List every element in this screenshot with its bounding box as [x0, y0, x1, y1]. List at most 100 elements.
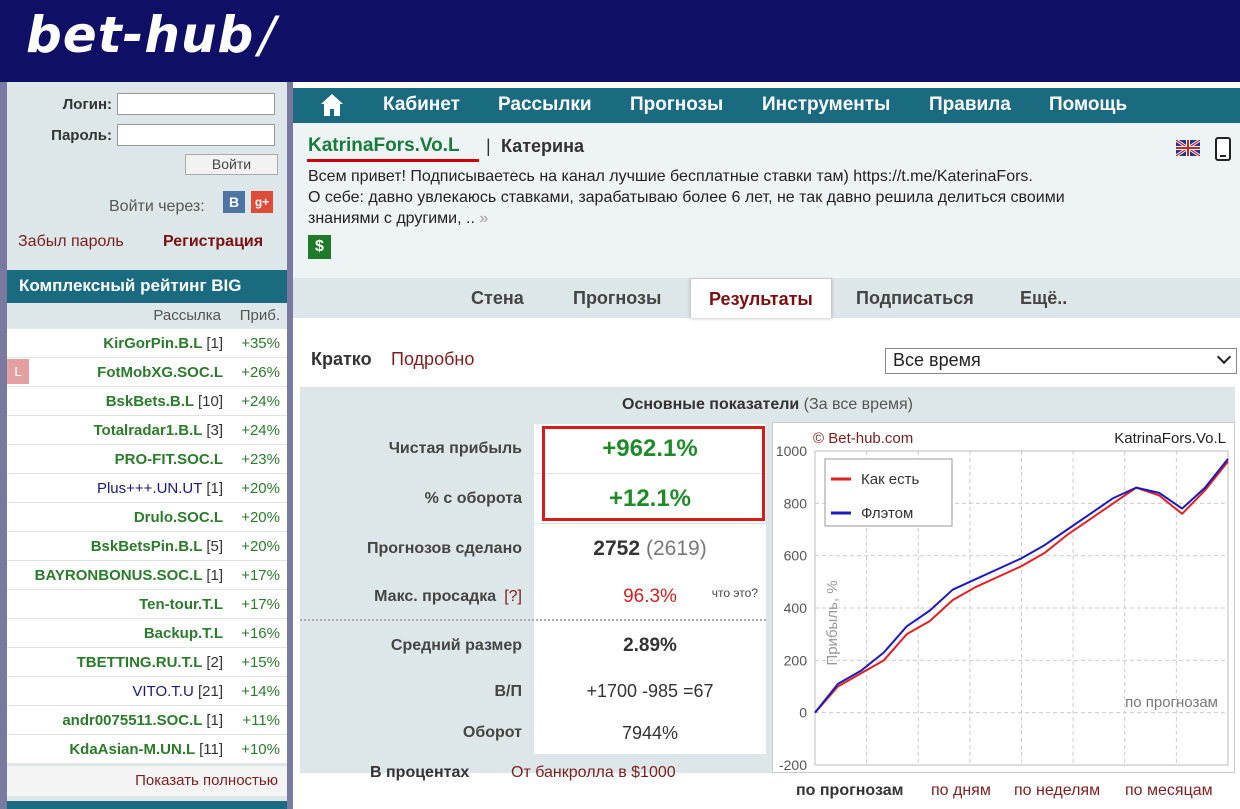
- register-link[interactable]: Регистрация: [163, 233, 263, 251]
- login-button[interactable]: Войти: [185, 154, 278, 175]
- rating-row-name[interactable]: PRO-FIT.SOC.L: [115, 451, 223, 468]
- drawdown-help-link[interactable]: [?]: [504, 588, 522, 606]
- left-bottom-bar: [7, 801, 287, 809]
- stats-header-sub: (За все время): [803, 396, 913, 413]
- mobile-version-icon[interactable]: [1215, 137, 1231, 161]
- chart-by-days[interactable]: по дням: [931, 782, 991, 800]
- bio-line1: Всем привет! Подписываетесь на канал луч…: [308, 168, 1033, 185]
- profile-panel: KatrinaFors.Vo.L | Катерина Всем привет!…: [293, 123, 1240, 278]
- rating-row-name[interactable]: Plus+++.UN.UT [1]: [97, 480, 223, 497]
- rating-row-name-text: KdaAsian-M.UN.L: [69, 741, 195, 758]
- rating-row-name-text: Backup.T.L: [143, 625, 223, 642]
- rating-row[interactable]: Plus+++.UN.UT [1] +20%: [7, 474, 287, 503]
- rating-row-name[interactable]: Backup.T.L: [144, 625, 223, 642]
- rating-row-name[interactable]: Drulo.SOC.L: [134, 509, 223, 526]
- rating-row-name[interactable]: BskBets.B.L [10]: [106, 393, 223, 410]
- uk-flag-icon[interactable]: [1176, 140, 1200, 156]
- rating-row-name[interactable]: BAYRONBONUS.SOC.L [1]: [35, 567, 223, 584]
- rating-row-profit: +26%: [241, 364, 280, 381]
- rating-row-count: [10]: [197, 393, 223, 410]
- period-select[interactable]: Все время: [885, 348, 1237, 374]
- rating-row[interactable]: L FotMobXG.SOC.L +26%: [7, 358, 287, 387]
- rating-row[interactable]: Totalradar1.B.L [3] +24%: [7, 416, 287, 445]
- y-tick-label: 400: [784, 600, 808, 616]
- forgot-password-link[interactable]: Забыл пароль: [18, 233, 124, 251]
- tab-wall[interactable]: Стена: [471, 288, 524, 309]
- tab-more[interactable]: Ещё..: [1020, 288, 1067, 309]
- rating-row-name[interactable]: andr0075511.SOC.L [1]: [62, 712, 223, 729]
- drawdown-hint-link[interactable]: что это?: [712, 586, 758, 600]
- rating-row[interactable]: VITO.T.U [21] +14%: [7, 677, 287, 706]
- left-edge: [0, 82, 7, 809]
- chart-by-weeks[interactable]: по неделям: [1014, 782, 1100, 800]
- rating-row-count: [1]: [206, 335, 223, 352]
- rating-row[interactable]: BskBets.B.L [10] +24%: [7, 387, 287, 416]
- rating-row-name[interactable]: KirGorPin.B.L [1]: [103, 335, 223, 352]
- rating-col-profit: Приб.: [239, 307, 280, 324]
- legend-label: Как есть: [861, 471, 920, 488]
- nav-item-tools[interactable]: Инструменты: [762, 94, 890, 116]
- stat-avg-size: Средний размер 2.89%: [300, 621, 766, 670]
- tab-results[interactable]: Результаты: [690, 278, 832, 318]
- rating-row[interactable]: Backup.T.L +16%: [7, 619, 287, 648]
- nav-item-forecasts[interactable]: Прогнозы: [630, 94, 723, 116]
- profile-username[interactable]: KatrinaFors.Vo.L: [308, 135, 460, 157]
- rating-row-name[interactable]: Ten-tour.T.L: [139, 596, 223, 613]
- rating-row[interactable]: PRO-FIT.SOC.L +23%: [7, 445, 287, 474]
- tab-forecasts[interactable]: Прогнозы: [573, 288, 661, 309]
- rating-row-count: [1]: [206, 480, 223, 497]
- site-header: bet-hub/: [0, 0, 1240, 82]
- show-all-link[interactable]: Показать полностью: [7, 766, 287, 796]
- nav-item-rules[interactable]: Правила: [929, 94, 1011, 116]
- rating-row[interactable]: BskBetsPin.B.L [5] +20%: [7, 532, 287, 561]
- vk-login-icon[interactable]: B: [223, 191, 245, 213]
- view-brief[interactable]: Кратко: [311, 349, 372, 370]
- profile-bio: Всем привет! Подписываетесь на канал луч…: [308, 166, 1138, 229]
- win-loss-label: В/П: [494, 682, 523, 700]
- rating-row-name-text: KirGorPin.B.L: [103, 335, 203, 352]
- rating-row-count: [21]: [197, 683, 223, 700]
- chevron-down-icon: [1216, 349, 1232, 365]
- rating-row[interactable]: andr0075511.SOC.L [1] +11%: [7, 706, 287, 735]
- view-detailed[interactable]: Подробно: [391, 349, 474, 370]
- rating-row-name[interactable]: BskBetsPin.B.L [5]: [91, 538, 223, 555]
- site-logo[interactable]: bet-hub/: [26, 6, 276, 64]
- nav-item-cabinet[interactable]: Кабинет: [383, 94, 460, 116]
- stats-header: Основные показатели (За все время): [300, 387, 1235, 422]
- nav-item-help[interactable]: Помощь: [1049, 94, 1127, 116]
- google-plus-login-icon[interactable]: g+: [251, 191, 273, 213]
- rating-row[interactable]: BAYRONBONUS.SOC.L [1] +17%: [7, 561, 287, 590]
- rating-row-profit: +17%: [241, 567, 280, 584]
- forecasts-count: 2752: [593, 536, 640, 560]
- rating-row-name[interactable]: Totalradar1.B.L [3]: [94, 422, 224, 439]
- turnover-pct-label: % с оборота: [424, 489, 522, 507]
- mode-percent[interactable]: В процентах: [370, 764, 469, 782]
- nav-item-mailings[interactable]: Рассылки: [498, 94, 592, 116]
- home-icon[interactable]: [319, 92, 345, 118]
- rating-row[interactable]: Drulo.SOC.L +20%: [7, 503, 287, 532]
- rating-row[interactable]: TBETTING.RU.T.L [2] +15%: [7, 648, 287, 677]
- rating-row-name[interactable]: FotMobXG.SOC.L: [97, 364, 223, 381]
- mode-bankroll[interactable]: От банкролла в $1000: [511, 764, 676, 782]
- chart-by-months[interactable]: по месяцам: [1125, 782, 1213, 800]
- rating-header: Рассылка Приб.: [7, 303, 287, 329]
- username-underline: [307, 159, 479, 162]
- rating-row[interactable]: Ten-tour.T.L +17%: [7, 590, 287, 619]
- password-input[interactable]: [117, 124, 275, 146]
- rating-row-name[interactable]: TBETTING.RU.T.L [2]: [77, 654, 223, 671]
- rating-row[interactable]: KirGorPin.B.L [1] +35%: [7, 329, 287, 358]
- dollar-icon[interactable]: $: [308, 235, 331, 259]
- rating-row-count: [2]: [206, 654, 223, 671]
- rating-row[interactable]: KdaAsian-M.UN.L [11] +10%: [7, 735, 287, 764]
- y-tick-label: 0: [799, 705, 807, 721]
- bio-more-link[interactable]: »: [479, 210, 488, 227]
- chart-by-forecasts[interactable]: по прогнозам: [796, 782, 903, 800]
- rating-row-name[interactable]: KdaAsian-M.UN.L [11]: [69, 741, 223, 758]
- stat-forecasts: Прогнозов сделано 2752 (2619): [300, 524, 766, 573]
- tab-subscribe[interactable]: Подписаться: [856, 288, 974, 309]
- login-input[interactable]: [117, 93, 275, 115]
- rating-row-profit: +10%: [241, 741, 280, 758]
- rating-row-name-text: BAYRONBONUS.SOC.L: [34, 567, 203, 584]
- rating-row-name-text: BskBetsPin.B.L: [90, 538, 203, 555]
- rating-row-name[interactable]: VITO.T.U [21]: [132, 683, 223, 700]
